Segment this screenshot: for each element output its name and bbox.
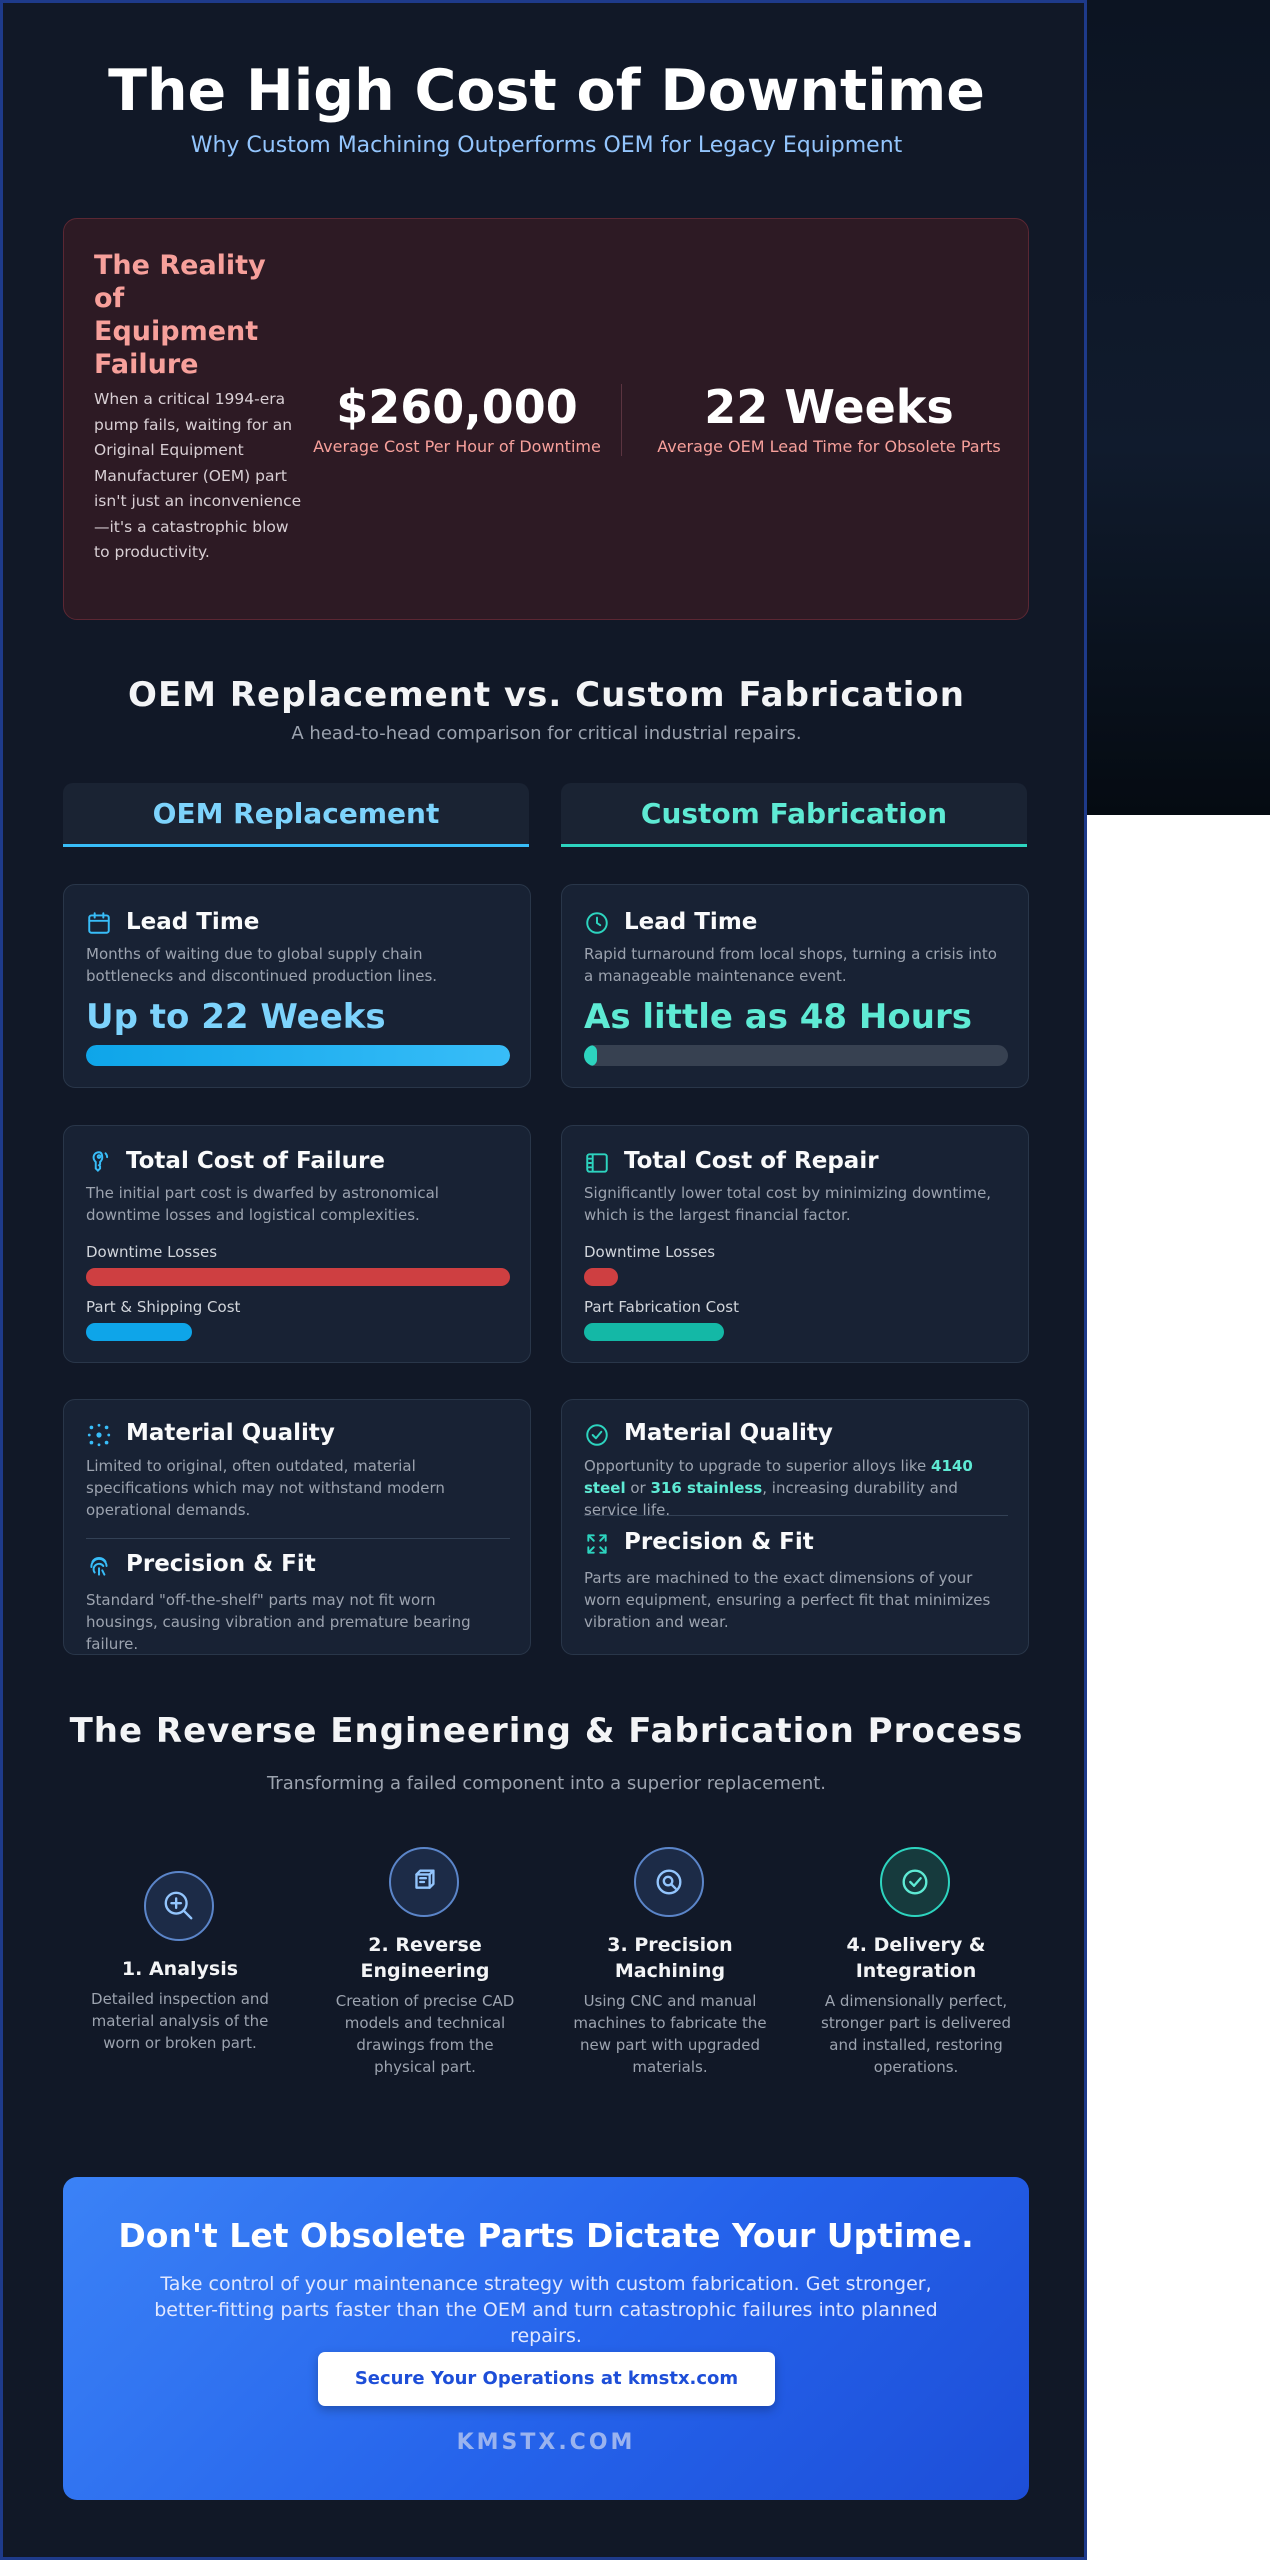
- lead-time-bar-fill: [584, 1045, 597, 1066]
- reality-title: The Reality of Equipment Failure: [94, 250, 266, 380]
- lead-time-bar: [584, 1045, 1008, 1066]
- card-desc: Significantly lower total cost by minimi…: [584, 1184, 992, 1224]
- card-title: Material Quality: [624, 1420, 833, 1446]
- cost-bar-label: Part Fabrication Cost: [584, 1298, 739, 1316]
- clock-icon: [586, 912, 608, 934]
- comparison-subtitle: A head-to-head comparison for critical i…: [291, 723, 802, 744]
- cost-bar-label: Part & Shipping Cost: [86, 1298, 241, 1316]
- secure-operations-button[interactable]: Secure Your Operations at kmstx.com: [318, 2352, 775, 2406]
- lead-time-bar: [86, 1045, 510, 1066]
- oem-column-heading: OEM Replacement: [63, 783, 529, 847]
- page-subtitle: Why Custom Machining Outperforms OEM for…: [190, 133, 903, 158]
- oem-quality-card: Material Quality Limited to original, of…: [63, 1399, 531, 1655]
- lead-time-value: Up to 22 Weeks: [86, 997, 386, 1037]
- alloy-highlight-316: 316 stainless: [650, 1479, 763, 1497]
- card-desc: Opportunity to upgrade to superior alloy…: [584, 1455, 1008, 1521]
- invoice-icon: [586, 1153, 608, 1173]
- comparison-title: OEM Replacement vs. Custom Fabrication: [128, 675, 965, 715]
- cost-bar-label: Downtime Losses: [86, 1243, 218, 1261]
- custom-lead-time-card: Lead Time Rapid turnaround from local sh…: [561, 884, 1029, 1088]
- process-subtitle: Transforming a failed component into a s…: [266, 1773, 827, 1794]
- custom-cost-card: Total Cost of Repair Significantly lower…: [561, 1125, 1029, 1363]
- card-title: Total Cost of Repair: [624, 1148, 879, 1174]
- card-title: Precision & Fit: [126, 1551, 316, 1577]
- step-title: 3. Precision Machining: [607, 1934, 733, 1982]
- card-title: Lead Time: [624, 909, 758, 935]
- step-desc: Detailed inspection and material analysi…: [91, 1990, 269, 2052]
- stat-value: $260,000: [336, 380, 578, 434]
- brand-wordmark: KMSTX.COM: [456, 2430, 636, 2455]
- stat-lead-time: 22 Weeks Average OEM Lead Time for Obsol…: [644, 380, 1014, 458]
- lead-time-bar-fill: [86, 1045, 510, 1066]
- step-desc: Using CNC and manual machines to fabrica…: [573, 1992, 767, 2076]
- background-panel: [1087, 0, 1270, 815]
- stat-downtime-cost: $260,000 Average Cost Per Hour of Downti…: [292, 380, 622, 458]
- infographic: The High Cost of Downtime Why Custom Mac…: [0, 0, 1087, 2560]
- process-title: The Reverse Engineering & Fabrication Pr…: [69, 1711, 1024, 1751]
- card-title: Material Quality: [126, 1420, 335, 1446]
- lead-time-value: As little as 48 Hours: [584, 997, 972, 1037]
- calendar-icon: [88, 912, 110, 934]
- stat-label: Average Cost Per Hour of Downtime: [313, 437, 601, 456]
- card-desc: Months of waiting due to global supply c…: [86, 945, 438, 985]
- card-title: Total Cost of Failure: [126, 1148, 385, 1174]
- cost-bar: [86, 1323, 510, 1341]
- step-desc: Creation of precise CAD models and techn…: [335, 1992, 515, 2076]
- reality-box: The Reality of Equipment Failure When a …: [63, 218, 1029, 620]
- cost-bar-fill: [584, 1268, 618, 1286]
- check-circle-icon: [880, 1847, 950, 1917]
- oem-lead-time-card: Lead Time Months of waiting due to globa…: [63, 884, 531, 1088]
- step-title: 2. Reverse Engineering: [360, 1934, 490, 1982]
- cta-banner: Don't Let Obsolete Parts Dictate Your Up…: [63, 2177, 1029, 2500]
- reality-text: When a critical 1994-era pump fails, wai…: [94, 390, 302, 561]
- step-title: 4. Delivery & Integration: [846, 1934, 986, 1982]
- cta-text: Take control of your maintenance strateg…: [154, 2273, 938, 2347]
- card-desc: Limited to original, often outdated, mat…: [86, 1457, 445, 1519]
- cad-model-icon: [389, 1847, 459, 1917]
- card-desc: The initial part cost is dwarfed by astr…: [86, 1184, 439, 1224]
- check-badge-icon: [586, 1424, 608, 1446]
- cost-bar: [584, 1268, 1008, 1286]
- page-title: The High Cost of Downtime: [108, 58, 985, 124]
- stat-value: 22 Weeks: [704, 380, 954, 434]
- card-divider: [86, 1538, 510, 1539]
- custom-quality-card: Material Quality Opportunity to upgrade …: [561, 1399, 1029, 1655]
- magnify-plus-icon: [144, 1871, 214, 1941]
- card-title: Lead Time: [126, 909, 260, 935]
- expand-arrows-icon: [587, 1534, 607, 1554]
- stat-label: Average OEM Lead Time for Obsolete Parts: [657, 437, 1001, 456]
- cost-bar: [584, 1323, 1008, 1341]
- oem-cost-card: Total Cost of Failure The initial part c…: [63, 1125, 531, 1363]
- cost-bar-fill: [86, 1323, 192, 1341]
- cost-alert-icon: [92, 1151, 109, 1173]
- card-title: Precision & Fit: [624, 1529, 814, 1555]
- card-desc: Rapid turnaround from local shops, turni…: [584, 945, 997, 985]
- custom-column-heading: Custom Fabrication: [561, 783, 1027, 847]
- cost-bar-fill: [584, 1323, 724, 1341]
- machining-gear-icon: [634, 1847, 704, 1917]
- material-desc-mid: or: [625, 1479, 651, 1497]
- fingerprint-icon: [90, 1557, 108, 1576]
- molecule-icon: [87, 1423, 111, 1447]
- step-title: 1. Analysis: [121, 1958, 239, 1980]
- card-divider: [584, 1515, 1008, 1516]
- cost-bar: [86, 1268, 510, 1286]
- material-desc-start: Opportunity to upgrade to superior alloy…: [584, 1457, 932, 1475]
- cost-bar-fill: [86, 1268, 510, 1286]
- step-desc: A dimensionally perfect, stronger part i…: [821, 1992, 1011, 2076]
- cta-title: Don't Let Obsolete Parts Dictate Your Up…: [118, 2216, 974, 2255]
- cost-bar-label: Downtime Losses: [584, 1243, 716, 1261]
- card-desc: Standard "off-the-shelf" parts may not f…: [86, 1591, 471, 1653]
- stat-divider: [621, 384, 622, 456]
- card-desc: Parts are machined to the exact dimensio…: [584, 1569, 991, 1631]
